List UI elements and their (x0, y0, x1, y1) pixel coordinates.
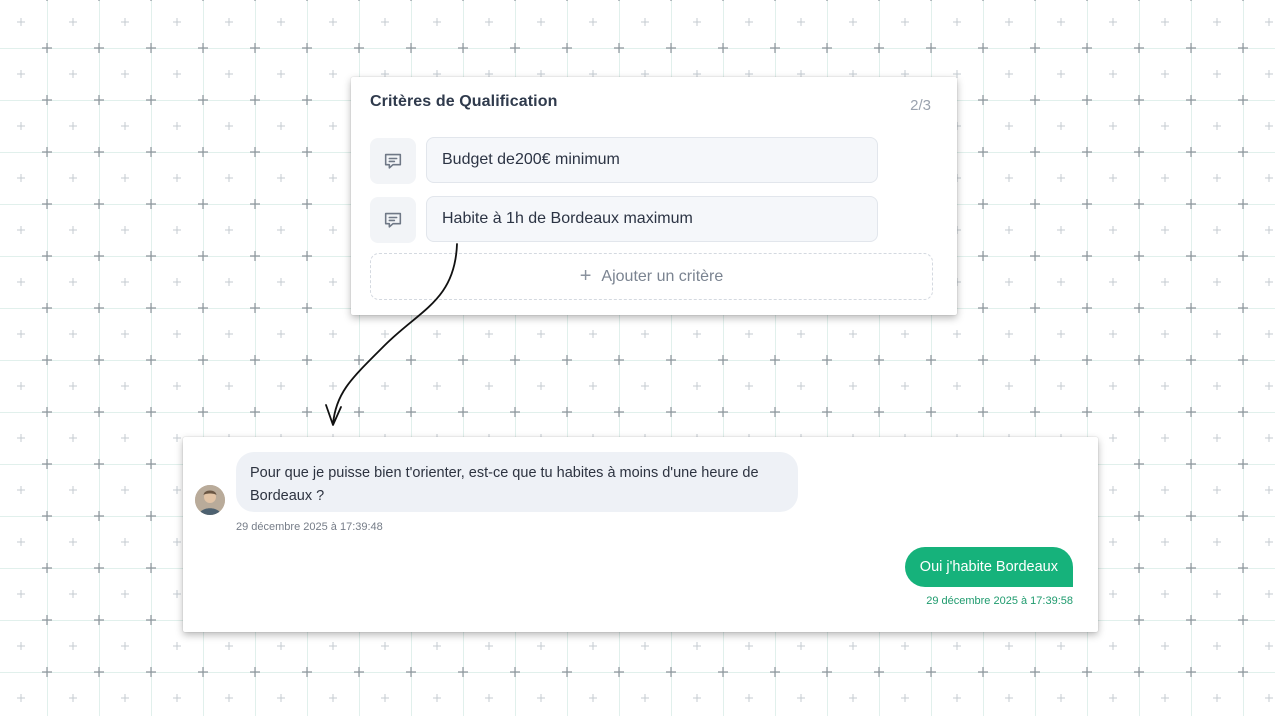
criteria-counter: 2/3 (910, 97, 931, 114)
add-criterion-button[interactable]: + Ajouter un critère (370, 253, 933, 300)
incoming-message-bubble: Pour que je puisse bien t'orienter, est-… (236, 452, 798, 512)
incoming-message-timestamp: 29 décembre 2025 à 17:39:48 (236, 521, 383, 533)
avatar (195, 485, 225, 515)
criterion-field[interactable]: Budget de200€ minimum (426, 137, 878, 183)
criteria-title: Critères de Qualification (370, 93, 558, 110)
outgoing-message-bubble: Oui j'habite Bordeaux (904, 547, 1073, 587)
plus-icon: + (579, 264, 592, 287)
outgoing-message-timestamp: 29 décembre 2025 à 17:39:58 (926, 595, 1073, 607)
criterion-row: Budget de200€ minimum (370, 137, 880, 185)
criterion-row: Habite à 1h de Bordeaux maximum (370, 196, 880, 244)
chat-conversation-card: Pour que je puisse bien t'orienter, est-… (183, 437, 1098, 632)
message-square-icon (370, 138, 416, 184)
message-square-icon (370, 197, 416, 243)
qualification-criteria-card: Critères de Qualification 2/3 Budget de2… (351, 77, 957, 315)
criterion-field[interactable]: Habite à 1h de Bordeaux maximum (426, 196, 878, 242)
add-criterion-label: Ajouter un critère (601, 267, 724, 285)
